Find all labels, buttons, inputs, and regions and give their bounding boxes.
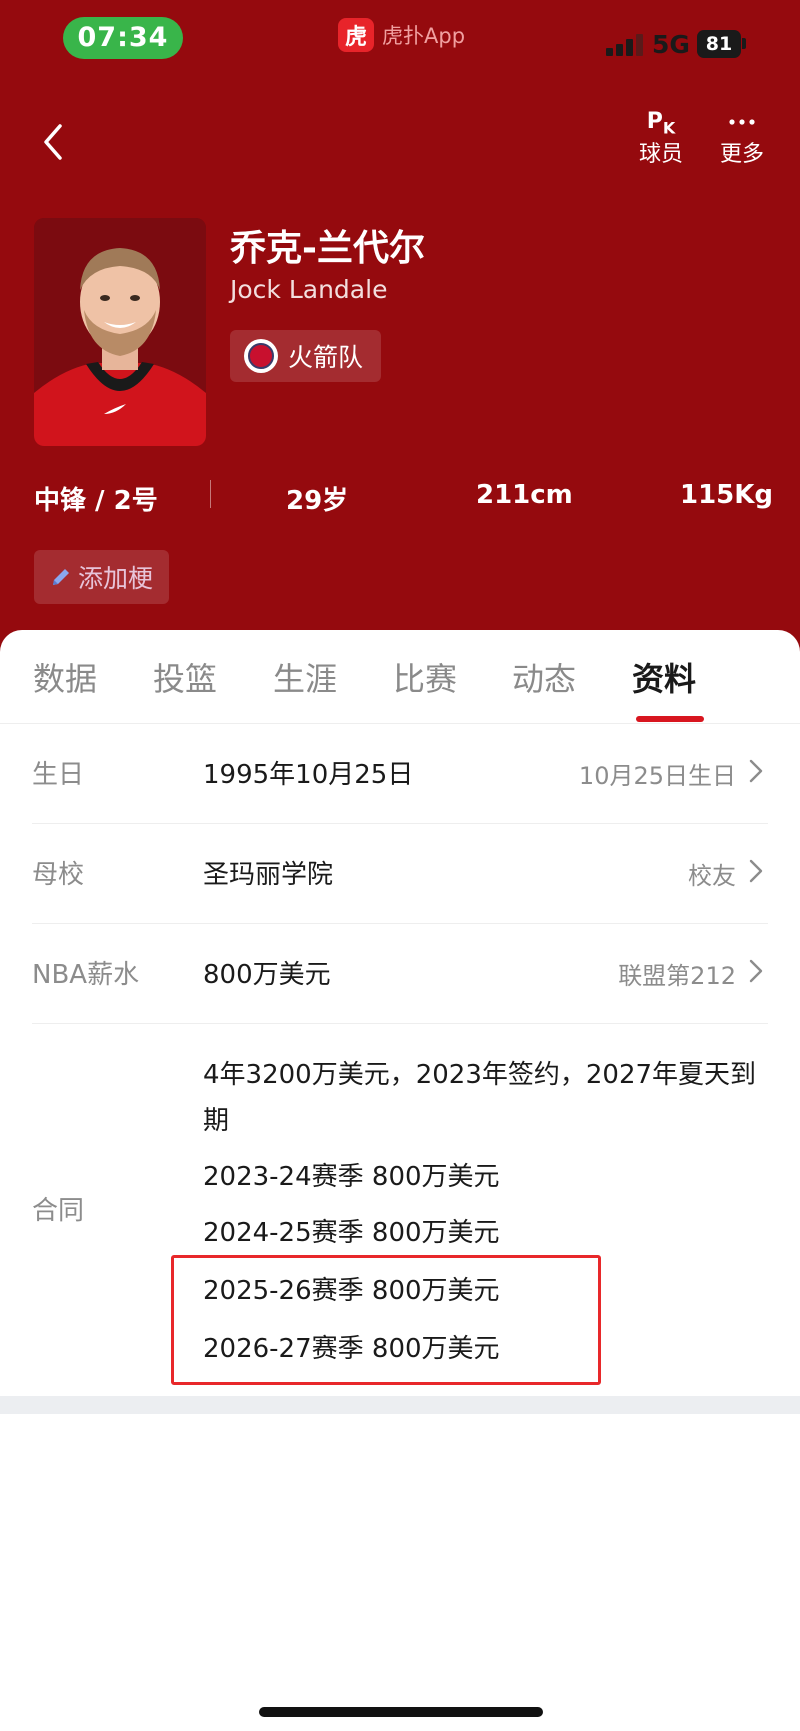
highlight-annotation-box [171, 1255, 601, 1385]
chevron-right-icon [748, 758, 764, 784]
network-label: 5G [652, 30, 690, 59]
contract-season-row: 2024-25赛季 800万美元 [203, 1218, 500, 1248]
tab-career[interactable]: 生涯 [273, 654, 337, 700]
contract-season-row: 2023-24赛季 800万美元 [203, 1162, 500, 1192]
birthday-link[interactable]: 10月25日生日 [579, 756, 736, 791]
app-name: 虎扑App [382, 24, 466, 48]
tab-stats[interactable]: 数据 [33, 654, 97, 700]
salary-rank-link[interactable]: 联盟第212 [618, 956, 736, 991]
signal-icon [606, 32, 650, 56]
chevron-right-icon [748, 958, 764, 984]
pk-icon: PK [646, 109, 676, 138]
stats-divider [210, 480, 211, 508]
player-stats-row: 中锋 / 2号 29岁 211cm 115Kg [34, 474, 773, 518]
birthday-row[interactable]: 生日 1995年10月25日 10月25日生日 [32, 724, 768, 824]
pk-player-button[interactable]: PK 球员 [626, 106, 696, 176]
player-photo[interactable] [34, 218, 206, 446]
pencil-icon [53, 569, 69, 585]
chevron-left-icon [44, 124, 62, 160]
add-tag-button[interactable]: 添加梗 [34, 550, 170, 604]
tab-games[interactable]: 比赛 [393, 654, 457, 700]
tab-bar: 数据 投篮 生涯 比赛 动态 资料 [0, 630, 800, 724]
salary-label: NBA薪水 [32, 960, 140, 990]
active-tab-indicator [636, 716, 704, 722]
salary-row[interactable]: NBA薪水 800万美元 联盟第212 [32, 924, 768, 1024]
chevron-right-icon [748, 858, 764, 884]
salary-value: 800万美元 [203, 960, 331, 990]
player-name-en: Jock Landale [230, 275, 388, 304]
contract-summary-cont: 期 [203, 1106, 230, 1136]
school-alumni-link[interactable]: 校友 [688, 856, 736, 891]
player-weight: 115Kg [680, 480, 774, 510]
player-header: 07:34 虎 虎扑App 5G 81 PK 球员 更多 乔克-兰代尔 Jock… [0, 0, 800, 680]
pk-player-label: 球员 [638, 142, 683, 167]
section-divider [0, 1396, 800, 1414]
tab-profile[interactable]: 资料 [632, 654, 696, 700]
contract-label: 合同 [32, 1196, 85, 1226]
more-label: 更多 [719, 142, 764, 167]
team-name: 火箭队 [288, 343, 364, 372]
battery-icon: 81 [697, 30, 741, 58]
player-position: 中锋 / 2号 [34, 486, 158, 516]
battery-tip [742, 38, 746, 49]
player-height: 211cm [476, 480, 573, 510]
app-logo-icon: 虎 [338, 18, 374, 52]
more-button[interactable]: 更多 [707, 106, 777, 176]
contract-summary: 4年3200万美元，2023年签约，2027年夏天到 [203, 1060, 757, 1090]
birthday-value: 1995年10月25日 [203, 760, 414, 790]
status-time: 07:34 [63, 17, 183, 59]
birthday-label: 生日 [32, 760, 85, 790]
add-tag-label: 添加梗 [78, 564, 154, 593]
more-dots-icon [707, 106, 777, 138]
school-row[interactable]: 母校 圣玛丽学院 校友 [32, 824, 768, 924]
school-label: 母校 [32, 860, 85, 890]
school-value: 圣玛丽学院 [203, 860, 334, 890]
back-button[interactable] [34, 120, 74, 164]
tab-news[interactable]: 动态 [512, 654, 576, 700]
team-logo-icon [244, 339, 278, 373]
player-avatar-image [34, 218, 206, 446]
app-indicator[interactable]: 虎 虎扑App [338, 18, 465, 52]
tab-shooting[interactable]: 投篮 [153, 654, 217, 700]
player-age: 29岁 [286, 486, 349, 516]
team-chip[interactable]: 火箭队 [230, 330, 382, 382]
player-name-cn: 乔克-兰代尔 [230, 228, 425, 269]
home-indicator[interactable] [259, 1707, 543, 1717]
status-bar: 07:34 虎 虎扑App 5G 81 [0, 0, 800, 84]
